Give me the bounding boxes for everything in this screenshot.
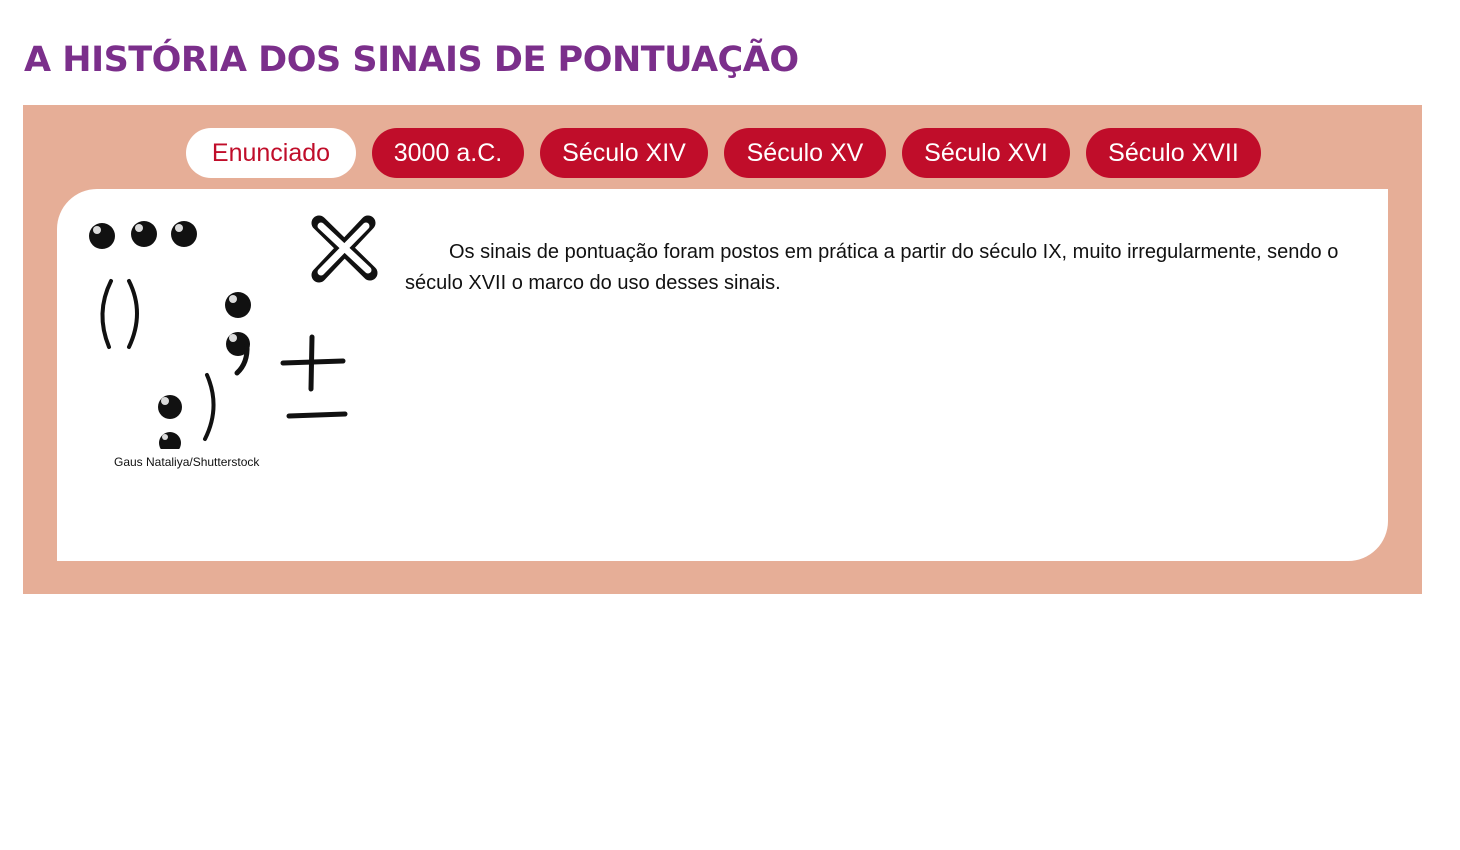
tab-seculo-xv[interactable]: Século XV: [724, 128, 886, 178]
content-paragraph: Os sinais de pontuação foram postos em p…: [405, 241, 1339, 294]
punctuation-marks-illustration: [89, 215, 378, 449]
plus-horizontal: [280, 358, 346, 366]
tab-seculo-xvii[interactable]: Século XVII: [1086, 128, 1261, 178]
content-card: Gaus Nataliya/Shutterstock Os sinais de …: [57, 189, 1388, 561]
minus-line: [286, 411, 348, 419]
tab-seculo-xiv[interactable]: Século XIV: [540, 128, 708, 178]
tab-enunciado[interactable]: Enunciado: [186, 128, 356, 178]
left-parenthesis: [100, 279, 113, 349]
semicolon-dot: [225, 292, 251, 318]
page-title: A HISTÓRIA DOS SINAIS DE PONTUAÇÃO: [24, 40, 799, 80]
image-credit: Gaus Nataliya/Shutterstock: [114, 455, 260, 469]
tab-bar: Enunciado 3000 a.C. Século XIV Século XV…: [186, 128, 1261, 178]
tab-3000-ac[interactable]: 3000 a.C.: [372, 128, 524, 178]
ellipsis-dot-1: [89, 223, 115, 249]
ellipsis-dot-2: [131, 221, 157, 247]
right-parenthesis: [127, 279, 139, 349]
tab-seculo-xvi[interactable]: Século XVI: [902, 128, 1070, 178]
smiley-parenthesis: [203, 373, 216, 441]
colon-dot-top: [158, 395, 182, 419]
ellipsis-dot-3: [171, 221, 197, 247]
colon-dot-bottom: [159, 432, 181, 449]
